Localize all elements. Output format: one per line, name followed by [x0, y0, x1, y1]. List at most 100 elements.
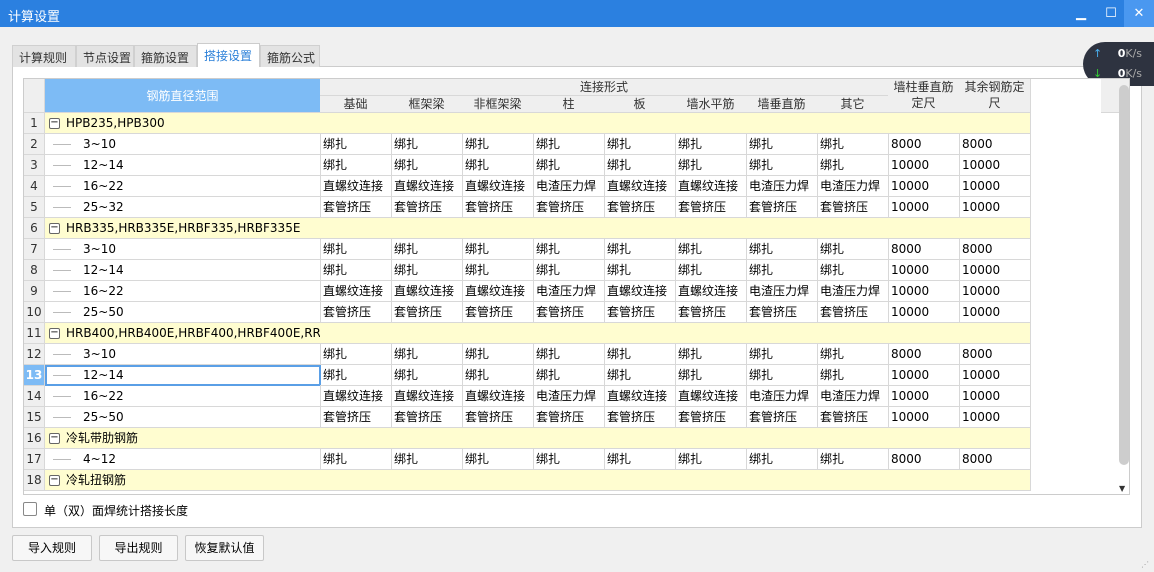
- grid-cell[interactable]: [888, 113, 960, 134]
- row-number[interactable]: 2: [24, 134, 45, 155]
- grid-cell[interactable]: [533, 218, 605, 239]
- import-rules-button[interactable]: 导入规则: [12, 535, 92, 561]
- grid-cell[interactable]: [746, 113, 818, 134]
- grid-cell[interactable]: [959, 113, 1031, 134]
- grid-cell[interactable]: 绑扎: [320, 449, 392, 470]
- grid-cell[interactable]: 绑扎: [391, 365, 463, 386]
- resize-grip-icon[interactable]: ⋰: [1141, 560, 1149, 569]
- grid-cell[interactable]: [533, 470, 605, 491]
- grid-cell[interactable]: 8000: [959, 344, 1031, 365]
- grid-cell[interactable]: [391, 323, 463, 344]
- grid-cell[interactable]: [888, 323, 960, 344]
- grid-cell[interactable]: 直螺纹连接: [320, 386, 392, 407]
- grid-cell[interactable]: [675, 113, 747, 134]
- grid-cell[interactable]: 电渣压力焊: [817, 386, 889, 407]
- grid-cell[interactable]: 8000: [959, 239, 1031, 260]
- grid-cell[interactable]: 绑扎: [604, 239, 676, 260]
- row-number[interactable]: 12: [24, 344, 45, 365]
- grid-cell[interactable]: [675, 323, 747, 344]
- grid-cell[interactable]: [320, 428, 392, 449]
- grid-cell[interactable]: [746, 428, 818, 449]
- tab-4[interactable]: 搭接设置: [197, 43, 260, 67]
- grid-cell[interactable]: 绑扎: [320, 365, 392, 386]
- grid-cell[interactable]: 电渣压力焊: [817, 281, 889, 302]
- grid-cell[interactable]: 直螺纹连接: [462, 176, 534, 197]
- grid-cell[interactable]: 绑扎: [675, 365, 747, 386]
- grid-cell[interactable]: [817, 113, 889, 134]
- grid-cell[interactable]: 10000: [888, 176, 960, 197]
- grid-cell[interactable]: 绑扎: [462, 260, 534, 281]
- range-cell[interactable]: 3~10: [45, 239, 321, 260]
- grid-cell[interactable]: [888, 470, 960, 491]
- row-number[interactable]: 3: [24, 155, 45, 176]
- row-number[interactable]: 15: [24, 407, 45, 428]
- grid-cell[interactable]: 10000: [959, 365, 1031, 386]
- grid-cell[interactable]: [675, 428, 747, 449]
- group-row-label[interactable]: − 冷轧带肋钢筋: [45, 428, 321, 449]
- close-button[interactable]: ✕: [1124, 0, 1154, 27]
- grid-cell[interactable]: 电渣压力焊: [817, 176, 889, 197]
- grid-cell[interactable]: 绑扎: [746, 239, 818, 260]
- grid-cell[interactable]: [604, 218, 676, 239]
- row-number[interactable]: 1: [24, 113, 45, 134]
- header-col[interactable]: 板: [604, 96, 676, 113]
- grid-cell[interactable]: 套管挤压: [391, 302, 463, 323]
- grid-cell[interactable]: 套管挤压: [391, 197, 463, 218]
- grid-cell[interactable]: 绑扎: [462, 344, 534, 365]
- grid-cell[interactable]: 套管挤压: [746, 197, 818, 218]
- grid-cell[interactable]: 绑扎: [817, 260, 889, 281]
- range-cell[interactable]: 25~50: [45, 302, 321, 323]
- grid-cell[interactable]: 绑扎: [320, 260, 392, 281]
- grid-cell[interactable]: 绑扎: [462, 449, 534, 470]
- collapse-icon[interactable]: −: [49, 118, 60, 129]
- grid-cell[interactable]: 绑扎: [817, 344, 889, 365]
- tab-3[interactable]: 箍筋设置: [134, 45, 197, 67]
- grid-cell[interactable]: 直螺纹连接: [675, 281, 747, 302]
- grid-cell[interactable]: 套管挤压: [746, 407, 818, 428]
- grid-cell[interactable]: 10000: [888, 365, 960, 386]
- grid-cell[interactable]: [391, 428, 463, 449]
- row-number[interactable]: 16: [24, 428, 45, 449]
- header-diameter-range[interactable]: 钢筋直径范围: [45, 79, 321, 113]
- grid-cell[interactable]: [320, 113, 392, 134]
- grid-cell[interactable]: 电渣压力焊: [533, 386, 605, 407]
- grid-cell[interactable]: 绑扎: [391, 449, 463, 470]
- grid-cell[interactable]: 绑扎: [320, 344, 392, 365]
- grid-cell[interactable]: 直螺纹连接: [604, 386, 676, 407]
- grid-cell[interactable]: 直螺纹连接: [675, 176, 747, 197]
- grid-cell[interactable]: 10000: [959, 155, 1031, 176]
- header-col[interactable]: 墙垂直筋: [746, 96, 818, 113]
- row-number[interactable]: 14: [24, 386, 45, 407]
- range-cell[interactable]: 3~10: [45, 134, 321, 155]
- grid-cell[interactable]: 电渣压力焊: [533, 176, 605, 197]
- header-col[interactable]: 柱: [533, 96, 605, 113]
- grid-cell[interactable]: 绑扎: [462, 155, 534, 176]
- grid-cell[interactable]: 8000: [888, 134, 960, 155]
- header-col[interactable]: 非框架梁: [462, 96, 534, 113]
- grid-cell[interactable]: 8000: [959, 449, 1031, 470]
- grid-cell[interactable]: 10000: [959, 260, 1031, 281]
- grid-cell[interactable]: 直螺纹连接: [604, 281, 676, 302]
- grid-cell[interactable]: 直螺纹连接: [391, 386, 463, 407]
- grid-cell[interactable]: 套管挤压: [320, 302, 392, 323]
- grid-cell[interactable]: 10000: [888, 260, 960, 281]
- vertical-scrollbar[interactable]: [1119, 85, 1129, 465]
- grid-cell[interactable]: 直螺纹连接: [320, 281, 392, 302]
- grid-cell[interactable]: 直螺纹连接: [462, 386, 534, 407]
- grid-cell[interactable]: 电渣压力焊: [746, 386, 818, 407]
- grid-cell[interactable]: [533, 428, 605, 449]
- grid-cell[interactable]: [462, 218, 534, 239]
- grid-cell[interactable]: [462, 323, 534, 344]
- header-col[interactable]: 其它: [817, 96, 889, 113]
- grid-cell[interactable]: 套管挤压: [462, 197, 534, 218]
- grid-cell[interactable]: 8000: [959, 134, 1031, 155]
- grid-cell[interactable]: 10000: [959, 281, 1031, 302]
- row-number[interactable]: 11: [24, 323, 45, 344]
- range-cell[interactable]: 12~14: [45, 365, 321, 386]
- grid-cell[interactable]: 套管挤压: [320, 407, 392, 428]
- grid-cell[interactable]: [604, 428, 676, 449]
- grid-cell[interactable]: 套管挤压: [604, 407, 676, 428]
- grid-cell[interactable]: 套管挤压: [675, 302, 747, 323]
- grid-cell[interactable]: 套管挤压: [462, 407, 534, 428]
- maximize-button[interactable]: ☐: [1096, 0, 1126, 27]
